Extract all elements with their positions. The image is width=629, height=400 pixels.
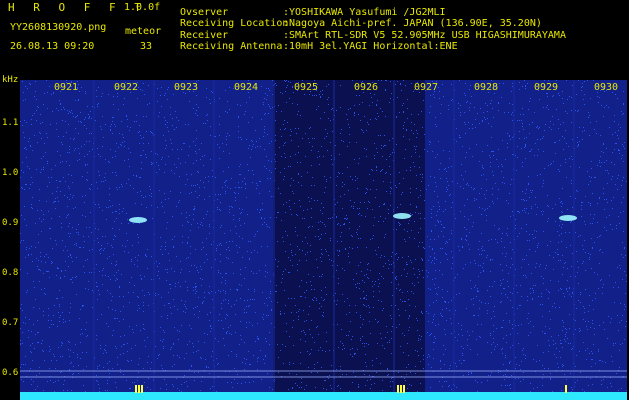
location-key: Receiving Location [180,18,289,29]
time-tick-label: 0925 [294,82,319,93]
time-tick-label: 0924 [234,82,259,93]
y-tick-label: 1.1 [2,118,19,128]
meteor-echo-1 [129,217,147,223]
time-tick-label: 0922 [114,82,139,93]
meteor-echo-3 [559,215,577,221]
signal-spike-4 [397,385,399,393]
y-tick-label: 0.6 [2,368,19,378]
y-tick-label: 1.0 [2,168,19,178]
signal-spike-1 [135,385,137,393]
location-value: :Nagoya Aichi-pref. JAPAN (136.90E, 35.2… [283,18,542,29]
time-tick-label: 0928 [474,82,499,93]
time-tick-label: 0926 [354,82,379,93]
time-tick-label: 0923 [174,82,199,93]
signal-spike-5 [400,385,402,393]
app-version: 1.0.0f [124,2,161,13]
y-axis-unit: kHz [2,75,19,85]
time-tick-label: 0927 [414,82,439,93]
signal-spike-6 [403,385,405,393]
meteor-count-value: 33 [140,41,153,52]
spectrogram-plot [20,80,627,400]
y-tick-label: 0.7 [2,318,19,328]
antenna-value: :10mH 3el.YAGI Horizontal:ENE [283,41,458,52]
signal-spike-2 [138,385,140,393]
meteor-echo-2 [393,213,411,219]
signal-spike-7 [565,385,567,393]
header-panel: H R O F F T 1.0.0f YY2608130920.png mete… [0,0,629,78]
capture-datetime: 26.08.13 09:20 [10,41,95,52]
signal-spike-3 [141,385,143,393]
time-tick-label: 0930 [594,82,619,93]
y-tick-label: 0.8 [2,268,19,278]
antenna-key: Receiving Antenna [180,41,283,52]
y-tick-label: 0.9 [2,218,19,228]
time-tick-label: 0921 [54,82,79,93]
image-filename: YY2608130920.png [10,22,107,33]
time-tick-label: 0929 [534,82,559,93]
bottom-signal-band [20,392,627,400]
spectrogram-svg [20,80,627,400]
meteor-count-label: meteor [125,26,162,37]
